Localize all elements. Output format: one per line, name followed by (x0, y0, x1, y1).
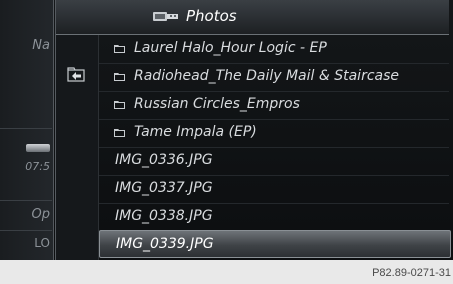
background-menu-panel: Na 07:5 Op LO (0, 0, 54, 260)
clock-bar-icon (26, 144, 50, 152)
list-item-folder[interactable]: Laurel Halo_Hour Logic - EP (99, 35, 449, 64)
list-item-label: Radiohead_The Daily Mail & Staircase (134, 68, 400, 84)
left-menu-time: 07:5 (25, 160, 50, 173)
folder-icon (114, 129, 125, 137)
list-item-label: IMG_0338.JPG (115, 208, 213, 224)
left-menu-item-options[interactable]: Op (0, 207, 50, 222)
usb-icon (153, 12, 178, 21)
toolbar-column (56, 35, 99, 260)
list-item-file[interactable]: IMG_0337.JPG (99, 175, 449, 204)
folder-icon (114, 101, 125, 109)
page-title: Photos (186, 7, 237, 25)
left-menu-divider (0, 230, 52, 231)
list-item-label: Russian Circles_Empros (134, 96, 300, 112)
list-item-folder[interactable]: Tame Impala (EP) (99, 119, 449, 148)
left-menu-divider (0, 200, 52, 201)
photos-browser-panel: Photos Laurel Halo_Hour Logic - EP Radio… (55, 0, 451, 260)
list-item-label: IMG_0336.JPG (115, 152, 213, 168)
list-item-file-selected[interactable]: IMG_0339.JPG (99, 230, 451, 258)
left-menu-divider (0, 128, 52, 129)
list-item-file[interactable]: IMG_0336.JPG (99, 147, 449, 176)
list-item-label: IMG_0339.JPG (116, 236, 214, 252)
left-menu-item-lo[interactable]: LO (0, 236, 50, 250)
display-screen: Na 07:5 Op LO Photos Laurel Halo_Hour Lo… (0, 0, 453, 260)
list-item-folder[interactable]: Russian Circles_Empros (99, 91, 449, 120)
title-bar: Photos (56, 0, 449, 35)
list-item-label: Laurel Halo_Hour Logic - EP (134, 40, 327, 56)
list-item-folder[interactable]: Radiohead_The Daily Mail & Staircase (99, 63, 449, 92)
left-menu-item-navi[interactable]: Na (0, 38, 50, 53)
folder-icon (114, 73, 125, 81)
list-item-file[interactable]: IMG_0338.JPG (99, 203, 449, 232)
list-item-label: IMG_0337.JPG (115, 180, 213, 196)
folder-icon (114, 45, 125, 53)
figure-caption: P82.89-0271-31 (372, 267, 451, 279)
list-item-label: Tame Impala (EP) (134, 124, 257, 140)
folder-up-icon[interactable] (66, 66, 86, 82)
